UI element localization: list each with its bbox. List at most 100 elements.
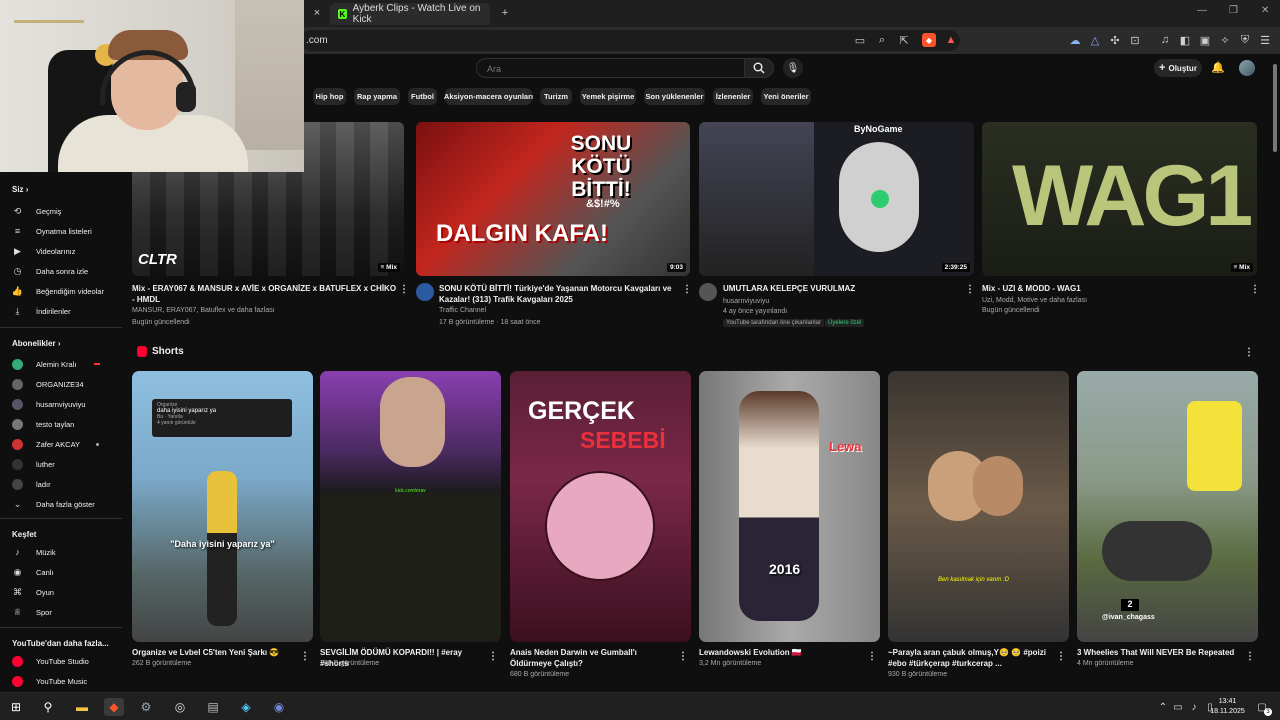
more-options-icon[interactable]: ⋮ (1245, 651, 1255, 662)
close-tab-icon[interactable]: × (310, 6, 324, 20)
sidebar-item-playlists[interactable]: ≡ Oynatma listeleri (12, 224, 92, 238)
share-icon[interactable]: ⇱ (897, 33, 911, 47)
clock[interactable]: 13:41 18.11.2025 (1205, 697, 1250, 717)
video-thumbnail[interactable]: WAG1 ≡ Mix (982, 122, 1257, 276)
wallet-icon[interactable]: ▣ (1198, 33, 1212, 47)
steam-icon[interactable]: ⚙ (136, 698, 156, 716)
sidebar-sub[interactable]: Zafer AKCAY (12, 437, 80, 451)
more-options-icon[interactable]: ⋮ (1056, 651, 1066, 662)
ai-icon[interactable]: ✧ (1218, 33, 1232, 47)
short-thumbnail[interactable]: kick.com/eray (320, 371, 501, 642)
sidebar-item-music-app[interactable]: YouTube Music (12, 674, 87, 688)
short-title[interactable]: Anais Neden Darwin ve Gumball'ı Öldürmey… (510, 647, 675, 669)
short-title[interactable]: Lewandowski Evolution 🇵🇱 (699, 647, 864, 658)
video-title[interactable]: Mix - ERAY067 & MANSUR x AVİE x ORGANİZE… (132, 283, 400, 305)
chip[interactable]: Hip hop (313, 88, 346, 105)
video-channel[interactable]: Uzi, Modd, Motive ve daha fazlası (982, 296, 1087, 306)
channel-avatar[interactable] (699, 283, 717, 301)
sidebar-item-history[interactable]: ⟲ Geçmiş (12, 204, 62, 218)
sidebar-sub[interactable]: luther (12, 457, 55, 471)
chip[interactable]: Son yüklenenler (644, 88, 705, 105)
video-channel[interactable]: MANSUR, ERAY067, Batuflex ve daha fazlas… (132, 306, 275, 316)
you-header[interactable]: Siz › (12, 185, 28, 194)
windows-start-icon[interactable]: ⊞ (6, 698, 26, 716)
short-title[interactable]: Organize ve Lvbel C5'ten Yeni Şarkı 😎 (132, 647, 297, 658)
video-title[interactable]: Mix - UZI & MODD - WAG1 (982, 283, 1242, 294)
extensions-icon[interactable]: ✣ (1108, 33, 1122, 47)
restore-icon[interactable]: ❐ (1229, 5, 1238, 16)
more-options-icon[interactable]: ⋮ (682, 284, 692, 295)
shield-icon[interactable]: ⛨ (1238, 33, 1252, 47)
search-input[interactable]: Ara (476, 58, 745, 78)
menu-icon[interactable]: ☰ (1258, 33, 1272, 47)
discord-icon[interactable]: ◉ (269, 698, 289, 716)
short-thumbnail[interactable]: Ben kasılmak için varım :D (888, 371, 1069, 642)
sidebar-item-liked[interactable]: 👍 Beğendiğim videolar (12, 284, 104, 298)
new-tab-icon[interactable]: + (498, 6, 512, 20)
video-channel[interactable]: Traffic Channel (439, 306, 486, 316)
short-title[interactable]: ~Parayla aran çabuk olmuş,Y🥺 🥺 #poizi #e… (888, 647, 1053, 669)
chip[interactable]: İzlenenler (713, 88, 753, 105)
chip[interactable]: Rap yapma (354, 88, 400, 105)
chip[interactable]: Yeni öneriler (761, 88, 811, 105)
zoom-icon[interactable]: ⌕ (875, 33, 889, 47)
minimize-icon[interactable]: — (1197, 5, 1207, 16)
short-thumbnail[interactable]: GERÇEK SEBEBİ (510, 371, 691, 642)
sidebar-item-your-videos[interactable]: ▶ Videolarınız (12, 244, 75, 258)
file-explorer-icon[interactable]: ▬ (72, 698, 92, 716)
subscriptions-header[interactable]: Abonelikler › (12, 339, 60, 348)
video-title[interactable]: UMUTLARA KELEPÇE VURULMAZ (723, 283, 963, 294)
more-options-icon[interactable]: ⋮ (488, 651, 498, 662)
sidebar-sub[interactable]: ORGANIZE34 (12, 377, 84, 391)
sidebar-item-downloads[interactable]: ⤓ İndirilenler (12, 304, 71, 318)
sidebar-sub[interactable]: husarnviyuviyu (12, 397, 86, 411)
show-more-button[interactable]: ⌄ Daha fazla göster (12, 497, 95, 511)
media-icon[interactable]: ♫ (1158, 33, 1172, 47)
app-icon[interactable]: ◈ (236, 698, 256, 716)
leo-icon[interactable]: ☁ (1068, 33, 1082, 47)
brave-browser-icon[interactable]: ◆ (104, 698, 124, 716)
sidebar-sub[interactable]: Alemin Kralı (12, 357, 76, 371)
cast-icon[interactable]: ▭ (853, 33, 867, 47)
vpn-icon[interactable]: △ (1088, 33, 1102, 47)
avatar[interactable] (1239, 60, 1255, 76)
sidebar-item-watch-later[interactable]: ◷ Daha sonra izle (12, 264, 89, 278)
bell-icon[interactable]: 🔔 (1211, 61, 1225, 74)
sidebar-item-music[interactable]: ♪ Müzik (12, 545, 55, 559)
more-options-icon[interactable]: ⋮ (867, 651, 877, 662)
sidebar-item-live[interactable]: ◉ Canlı (12, 565, 54, 579)
create-button[interactable]: + Oluştur (1154, 59, 1202, 77)
short-thumbnail[interactable]: Lewa 2016 (699, 371, 880, 642)
notification-icon[interactable]: ▢ 3 (1252, 698, 1272, 716)
close-window-icon[interactable]: ✕ (1261, 5, 1269, 16)
scrollbar-thumb[interactable] (1273, 64, 1277, 152)
video-thumbnail[interactable]: ByNoGame 2:39:25 (699, 122, 974, 276)
more-options-icon[interactable]: ⋮ (1250, 284, 1260, 295)
brave-shield-icon[interactable]: ◆ (922, 33, 936, 47)
short-thumbnail[interactable]: Organize daha iyisini yaparız ya Bu · Ya… (132, 371, 313, 642)
video-thumbnail[interactable]: SONU KÖTÜ BİTTİ! &$!#% DALGIN KAFA! 9:03 (416, 122, 690, 276)
more-options-icon[interactable]: ⋮ (300, 651, 310, 662)
more-options-icon[interactable]: ⋮ (965, 284, 975, 295)
short-title[interactable]: 3 Wheelies That Will NEVER Be Repeated (1077, 647, 1242, 658)
more-options-icon[interactable]: ⋮ (678, 651, 688, 662)
sidebar-sub[interactable]: testo taylan (12, 417, 74, 431)
brave-rewards-icon[interactable]: ▲ (944, 33, 958, 47)
obs-icon[interactable]: ◎ (170, 698, 190, 716)
app-icon[interactable]: ▤ (203, 698, 223, 716)
search-button[interactable] (744, 58, 774, 78)
sidebar-sub[interactable]: ladır (12, 477, 51, 491)
voice-search-button[interactable]: 🎙 (783, 58, 803, 78)
short-thumbnail[interactable]: 2 @ivan_chagass (1077, 371, 1258, 642)
more-options-icon[interactable]: ⋮ (1244, 347, 1254, 358)
chip[interactable]: Yemek pişirme (580, 88, 636, 105)
active-tab[interactable]: K Ayberk Clips - Watch Live on Kick (330, 3, 490, 25)
chip[interactable]: Futbol (408, 88, 437, 105)
video-channel[interactable]: husarnviyuviyu (723, 297, 769, 307)
more-options-icon[interactable]: ⋮ (399, 284, 409, 295)
sidebar-item-studio[interactable]: YouTube Studio (12, 654, 89, 668)
chip[interactable]: Turizm (540, 88, 572, 105)
screenshot-icon[interactable]: ⊡ (1128, 33, 1142, 47)
scrollbar[interactable] (1270, 56, 1280, 692)
sidebar-item-sports[interactable]: ♕ Spor (12, 605, 51, 619)
